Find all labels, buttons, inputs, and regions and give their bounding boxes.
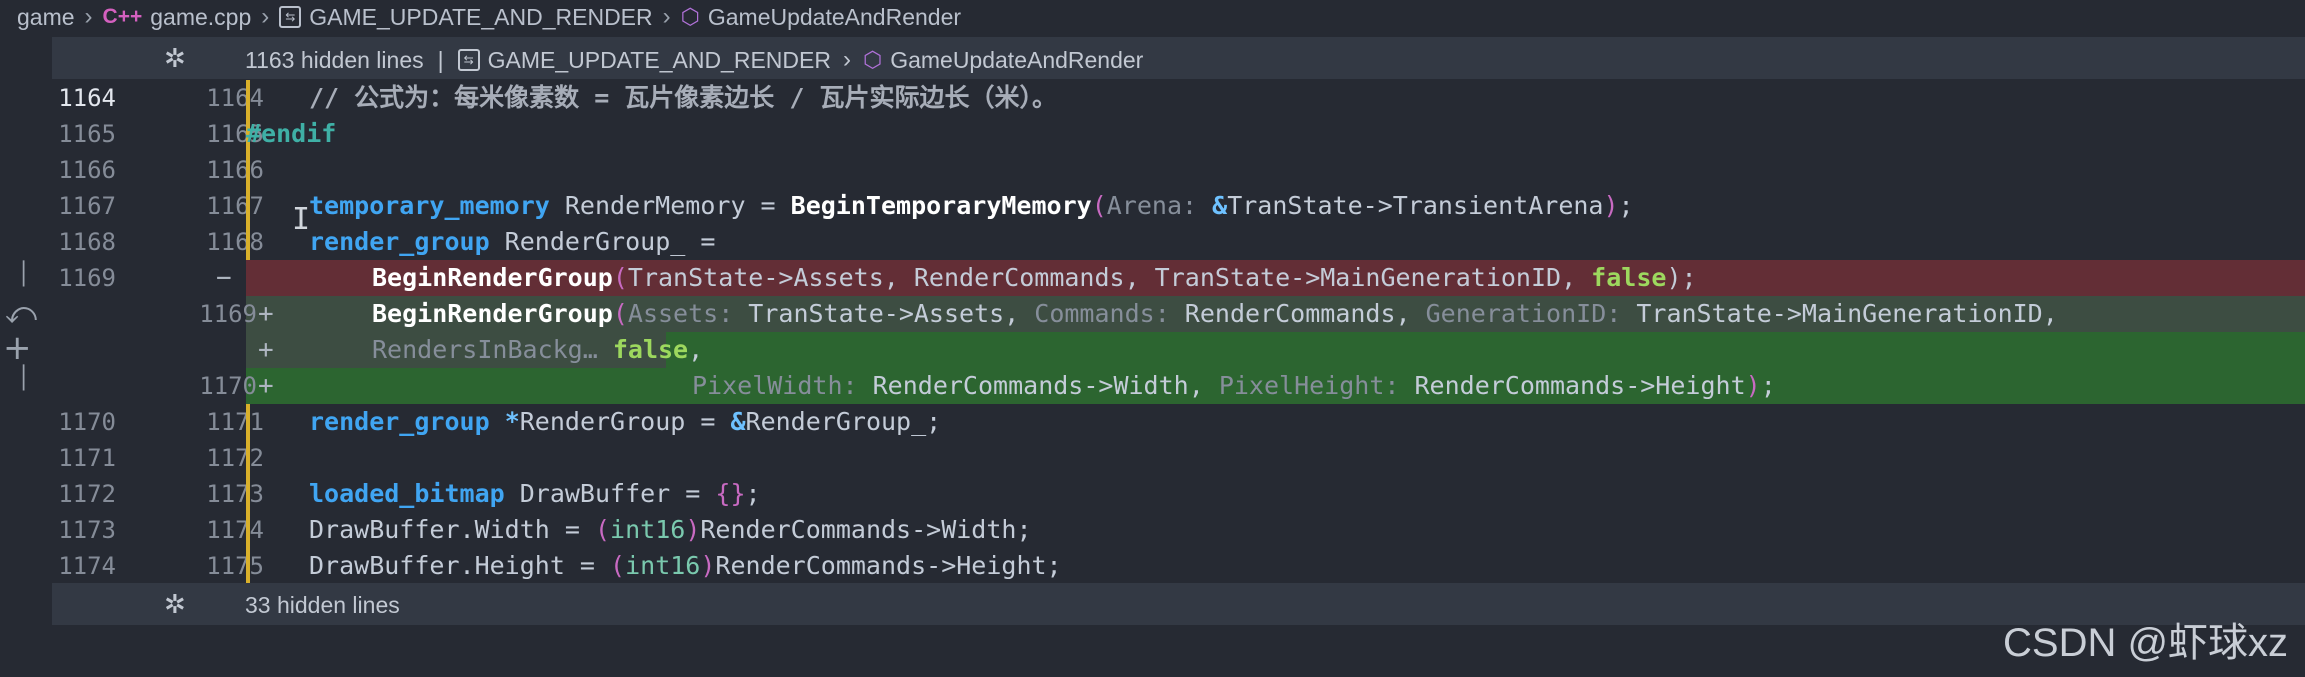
gutter-divider: │ (17, 366, 31, 391)
line-number-new: 1165 (206, 120, 264, 148)
plus-marker: + (258, 335, 274, 365)
function-cube-icon: ⬡ (680, 4, 700, 29)
line-number-new: 1173 (206, 480, 264, 508)
code-line: 1171 1172 (52, 440, 2305, 476)
line-number-old: 1173 (58, 516, 116, 544)
fold-symbol: GameUpdateAndRender (890, 46, 1144, 73)
line-number-old: 1166 (58, 156, 116, 184)
code-line: 1166 1166 (52, 152, 2305, 188)
type-keyword: loaded_bitmap (309, 479, 505, 508)
hidden-lines-bottom[interactable]: ✲ 33 hidden lines (52, 583, 2305, 625)
breadcrumb: game › C++ game.cpp › ⇆ GAME_UPDATE_AND_… (0, 0, 2305, 34)
inlay-hint: Arena: (1106, 191, 1198, 220)
line-number-old: 1170 (58, 408, 116, 436)
plus-marker: + (258, 299, 274, 329)
modified-indicator (246, 404, 250, 440)
chevron-right-icon: › (84, 3, 93, 30)
cast-type: int16 (625, 551, 701, 580)
modified-indicator (246, 224, 250, 260)
unfold-icon[interactable]: ✲ (164, 43, 186, 74)
modified-indicator (246, 476, 250, 512)
inlay-hint: GenerationID: (1425, 299, 1622, 328)
code-line: 1172 1173 loaded_bitmap DrawBuffer = {}; (52, 476, 2305, 512)
watermark: CSDN @虾球xz (2003, 621, 2289, 665)
chevron-right-icon: › (842, 46, 851, 73)
inlay-hint: PixelHeight: (1218, 371, 1400, 400)
line-number-new: 1172 (206, 444, 264, 472)
breadcrumb-folder[interactable]: game (17, 4, 75, 31)
chevron-right-icon: › (261, 3, 270, 30)
breadcrumb-macro[interactable]: GAME_UPDATE_AND_RENDER (309, 4, 652, 31)
inlay-hint: Assets: (627, 299, 734, 328)
added-line: 1170 + PixelWidth: RenderCommands->Width… (52, 368, 2305, 404)
line-number-new: 1171 (206, 408, 264, 436)
line-number-old: 1171 (58, 444, 116, 472)
line-number-new: 1170 (199, 372, 257, 400)
chevron-right-icon: › (662, 3, 671, 30)
hidden-lines-top[interactable]: ✲ 1163 hidden lines | ⇆ GAME_UPDATE_AND_… (52, 37, 2305, 79)
code-line: 1167 1167 temporary_memory RenderMemory … (52, 188, 2305, 224)
line-number-new: 1166 (206, 156, 264, 184)
preprocessor: #endif (246, 119, 337, 148)
plus-marker: + (258, 371, 274, 401)
line-number-new: 1167 (206, 192, 264, 220)
deleted-line: 1169 − BeginRenderGroup(TranState->Asset… (52, 260, 2305, 296)
line-number-new: 1174 (206, 516, 264, 544)
breadcrumb-function[interactable]: GameUpdateAndRender (708, 4, 961, 31)
hidden-lines-label: 33 hidden lines (245, 592, 400, 618)
line-number-old: 1169 (58, 264, 116, 292)
line-number-new: 1175 (206, 552, 264, 580)
cpp-file-icon: C++ (102, 5, 143, 28)
code-line: 1164 1164 // 公式为：每米像素数 = 瓦片像素边长 / 瓦片实际边长… (52, 80, 2305, 116)
comment: // 公式为：每米像素数 = 瓦片像素边长 / 瓦片实际边长（米）。 (309, 83, 1057, 112)
line-number-new: 1164 (206, 84, 264, 112)
inlay-hint: PixelWidth: (692, 371, 858, 400)
type-keyword: temporary_memory (309, 191, 550, 220)
line-number-old: 1172 (58, 480, 116, 508)
added-line: + RendersInBackg… false, (52, 332, 2305, 368)
hidden-lines-label: 1163 hidden lines (245, 46, 424, 73)
code-line: 1165 1165 #endif (52, 116, 2305, 152)
added-line: 1169 + BeginRenderGroup(Assets: TranStat… (52, 296, 2305, 332)
modified-indicator (246, 548, 250, 584)
type-keyword: render_group (309, 407, 490, 436)
line-number-old: 1167 (58, 192, 116, 220)
gutter-divider: │ (17, 262, 31, 287)
inlay-hint: RendersInBackg… (372, 335, 598, 364)
macro-icon: ⇆ (457, 49, 480, 71)
inlay-hint: Commands: (1034, 299, 1170, 328)
fold-scope: GAME_UPDATE_AND_RENDER (487, 46, 831, 73)
function-cube-icon: ⬡ (862, 47, 883, 72)
unfold-icon[interactable]: ✲ (164, 589, 186, 620)
line-number-old: 1165 (58, 120, 116, 148)
line-number-old: 1174 (58, 552, 116, 580)
modified-indicator (246, 80, 250, 116)
line-number-new: 1168 (206, 228, 264, 256)
modified-indicator (246, 152, 250, 188)
revert-icon[interactable]: ⤺ (5, 296, 37, 331)
function-name: BeginRenderGroup (372, 299, 613, 328)
breadcrumb-file[interactable]: game.cpp (150, 4, 251, 31)
code-line: 1168 1168 render_group RenderGroup_ = (52, 224, 2305, 260)
function-name: BeginTemporaryMemory (790, 191, 1092, 220)
code-line: 1173 1174 DrawBuffer.Width = (int16)Rend… (52, 512, 2305, 548)
function-name: BeginRenderGroup (372, 263, 613, 292)
modified-indicator (246, 188, 250, 224)
line-number-old: 1164 (58, 84, 116, 112)
line-number-old: 1168 (58, 228, 116, 256)
code-line: 1174 1175 DrawBuffer.Height = (int16)Ren… (52, 548, 2305, 584)
modified-indicator (246, 440, 250, 476)
line-number-new: 1169 (199, 300, 257, 328)
plus-icon[interactable]: + (3, 328, 32, 368)
modified-indicator (246, 512, 250, 548)
macro-icon: ⇆ (279, 6, 302, 28)
type-keyword: render_group (309, 227, 490, 256)
minus-marker: − (216, 263, 232, 293)
cast-type: int16 (610, 515, 686, 544)
text-cursor-icon: I (292, 202, 311, 237)
code-line: 1170 1171 render_group *RenderGroup = &R… (52, 404, 2305, 440)
